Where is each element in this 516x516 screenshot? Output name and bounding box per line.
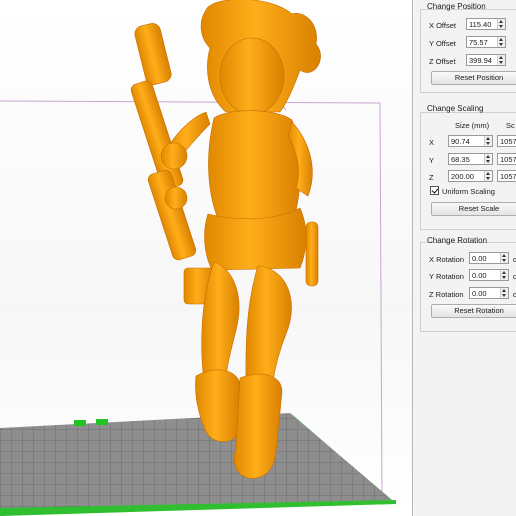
size-y-value: 68.35 bbox=[451, 155, 470, 164]
scene-canvas[interactable] bbox=[0, 0, 412, 516]
x-offset-spinbox[interactable]: 115.40 bbox=[466, 18, 506, 30]
spin-arrows[interactable] bbox=[500, 288, 508, 298]
print-bed bbox=[0, 413, 396, 516]
spin-arrows[interactable] bbox=[484, 136, 492, 146]
spin-arrows[interactable] bbox=[497, 55, 505, 65]
z-offset-value: 399.94 bbox=[469, 56, 492, 65]
x-offset-value: 115.40 bbox=[469, 20, 492, 29]
spin-arrows[interactable] bbox=[497, 19, 505, 29]
z-rotation-value: 0.00 bbox=[472, 289, 487, 298]
uniform-scaling-label: Uniform Scaling bbox=[442, 187, 495, 196]
group-title: Change Position bbox=[427, 2, 486, 11]
3d-viewport[interactable] bbox=[0, 0, 412, 516]
spin-arrows[interactable] bbox=[497, 37, 505, 47]
scale-z-value: 1057. bbox=[500, 172, 516, 181]
uniform-scaling-checkbox[interactable] bbox=[430, 186, 439, 195]
change-scaling-group: Change Scaling Size (mm) Sc X 90.74 1057… bbox=[413, 100, 516, 230]
y-rotation-label: Y Rotation bbox=[429, 272, 464, 281]
x-rotation-label: X Rotation bbox=[429, 255, 465, 264]
reset-scale-button[interactable]: Reset Scale bbox=[431, 202, 516, 216]
z-offset-spinbox[interactable]: 399.94 bbox=[466, 54, 506, 66]
reset-rotation-button[interactable]: Reset Rotation bbox=[431, 304, 516, 318]
scale-y-value: 1057. bbox=[500, 155, 516, 164]
spin-arrows[interactable] bbox=[500, 253, 508, 263]
size-x-value: 90.74 bbox=[451, 137, 470, 146]
model-figure[interactable] bbox=[130, 0, 321, 479]
scale-z-axis-label: Z bbox=[429, 173, 434, 182]
change-position-group: Change Position X Offset 115.40 Y Offset… bbox=[413, 0, 516, 93]
y-offset-spinbox[interactable]: 75.57 bbox=[466, 36, 506, 48]
rifle-stock bbox=[147, 169, 197, 261]
group-title: Change Rotation bbox=[427, 236, 488, 245]
spin-arrows[interactable] bbox=[484, 171, 492, 181]
scale-x-field[interactable]: 1057. bbox=[497, 135, 516, 147]
scale-z-field[interactable]: 1057. bbox=[497, 170, 516, 182]
x-rotation-spinbox[interactable]: 0.00 bbox=[469, 252, 509, 264]
scale-y-field[interactable]: 1057. bbox=[497, 153, 516, 165]
scale-y-axis-label: Y bbox=[429, 156, 435, 165]
x-offset-label: X Offset bbox=[429, 21, 456, 30]
size-x-spinbox[interactable]: 90.74 bbox=[448, 135, 493, 147]
spin-arrows[interactable] bbox=[500, 270, 508, 280]
spin-arrows[interactable] bbox=[484, 154, 492, 164]
scale-column-header: Sc bbox=[506, 121, 515, 130]
rifle-barrel bbox=[134, 23, 172, 85]
z-offset-label: Z Offset bbox=[429, 57, 456, 66]
size-column-header: Size (mm) bbox=[455, 121, 490, 130]
size-z-value: 200.00 bbox=[451, 172, 474, 181]
y-rotation-spinbox[interactable]: 0.00 bbox=[469, 269, 509, 281]
size-y-spinbox[interactable]: 68.35 bbox=[448, 153, 493, 165]
scale-x-value: 1057. bbox=[500, 137, 516, 146]
z-rotation-label: Z Rotation bbox=[429, 290, 464, 299]
scale-x-axis-label: X bbox=[429, 138, 435, 147]
y-offset-label: Y Offset bbox=[429, 39, 456, 48]
size-z-spinbox[interactable]: 200.00 bbox=[448, 170, 493, 182]
x-rotation-value: 0.00 bbox=[472, 254, 487, 263]
group-title: Change Scaling bbox=[427, 104, 484, 113]
y-offset-value: 75.57 bbox=[469, 38, 488, 47]
tool-panel: Change Position X Offset 115.40 Y Offset… bbox=[412, 0, 516, 516]
z-rotation-spinbox[interactable]: 0.00 bbox=[469, 287, 509, 299]
reset-position-button[interactable]: Reset Position bbox=[431, 71, 516, 85]
change-rotation-group: Change Rotation X Rotation 0.00 d Y Rota… bbox=[413, 230, 516, 332]
y-rotation-value: 0.00 bbox=[472, 271, 487, 280]
